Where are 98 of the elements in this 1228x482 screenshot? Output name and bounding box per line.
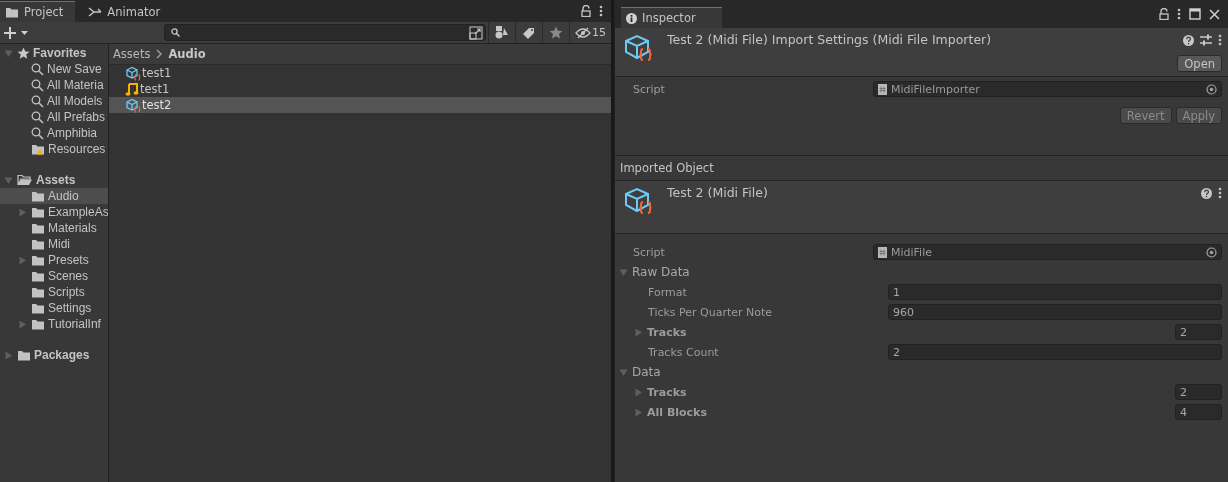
value-field[interactable]: 960 — [888, 304, 1222, 320]
asset-item[interactable]: test1 — [109, 81, 611, 97]
search-icon — [31, 126, 44, 140]
more-menu-icon[interactable] — [1218, 187, 1222, 199]
tree-item[interactable]: Midi — [0, 236, 108, 252]
search-icon — [31, 110, 44, 124]
field-label: Tracks Count — [648, 345, 720, 359]
tree-item[interactable]: Packages — [0, 347, 108, 363]
cube-braces-icon — [623, 32, 655, 64]
search-icon — [31, 78, 44, 92]
panel-tab[interactable]: Inspector — [621, 7, 722, 28]
search-icon — [31, 94, 44, 108]
script-file-icon — [878, 246, 887, 258]
folder-icon — [31, 286, 45, 298]
tree-item[interactable]: Assets — [0, 172, 108, 188]
more-menu-icon[interactable] — [1218, 34, 1222, 46]
more-menu-icon[interactable] — [1177, 8, 1181, 20]
tag-icon[interactable] — [521, 25, 537, 40]
tree-item[interactable]: All Materia — [0, 77, 108, 93]
star-icon[interactable] — [548, 25, 564, 40]
folder-star-icon — [31, 142, 45, 156]
chevron-right-icon — [155, 49, 164, 59]
size-field[interactable]: 2 — [1175, 324, 1222, 340]
foldout-label: Raw Data — [632, 265, 690, 279]
asset-item[interactable]: test1 — [109, 65, 611, 81]
value-field[interactable]: 1 — [888, 284, 1222, 300]
folder-icon — [31, 206, 45, 218]
tree-item[interactable]: All Prefabs — [0, 109, 108, 125]
tree-item[interactable]: ExampleAs — [0, 204, 108, 220]
lock-icon[interactable] — [581, 5, 591, 17]
folder-icon — [31, 190, 45, 202]
array-label: Tracks — [647, 385, 687, 399]
search-field[interactable] — [164, 24, 486, 41]
more-menu-icon[interactable] — [599, 5, 603, 17]
script-file-icon — [878, 83, 887, 95]
maximize-icon[interactable] — [1189, 8, 1201, 20]
size-field[interactable]: 4 — [1175, 404, 1222, 420]
object-field[interactable]: MidiFileImporter — [873, 81, 1222, 97]
tree-item[interactable]: Favorites — [0, 45, 108, 61]
open-button[interactable]: Open — [1177, 55, 1222, 72]
help-icon[interactable] — [1201, 187, 1212, 199]
hidden-packages-toggle[interactable]: 15 — [569, 22, 611, 43]
object-picker-icon[interactable] — [1206, 246, 1217, 258]
breadcrumb-item[interactable]: Assets — [113, 47, 151, 61]
asset-item[interactable]: test2 — [109, 97, 611, 113]
window-search-icon[interactable] — [469, 25, 483, 40]
lock-icon[interactable] — [1159, 8, 1169, 20]
folder-icon — [31, 318, 45, 330]
array-label: All Blocks — [647, 405, 707, 419]
cube-braces-icon — [125, 97, 141, 113]
tree-item[interactable]: TutorialInf — [0, 316, 108, 332]
value-field[interactable]: 2 — [888, 344, 1222, 360]
size-field[interactable]: 2 — [1175, 384, 1222, 400]
info-icon — [626, 12, 637, 24]
field-label: Ticks Per Quarter Note — [648, 305, 774, 319]
inspector-title: Test 2 (Midi File) — [667, 185, 769, 200]
tree-item[interactable]: New Save — [0, 61, 108, 77]
open-folder-icon — [17, 174, 33, 186]
folder-icon — [31, 254, 45, 266]
panel-tab[interactable]: Animator — [83, 1, 173, 22]
cube-braces-icon — [623, 185, 655, 217]
music-note-icon — [125, 82, 139, 96]
tree-item[interactable]: Settings — [0, 300, 108, 316]
object-field[interactable]: MidiFile — [873, 244, 1222, 260]
help-icon[interactable] — [1183, 34, 1194, 46]
field-label: Format — [648, 285, 688, 299]
search-icon — [31, 62, 44, 76]
tree-item[interactable]: Audio — [0, 188, 108, 204]
breadcrumb-item[interactable]: Audio — [168, 47, 206, 61]
array-label: Tracks — [647, 325, 687, 339]
tree-item[interactable]: All Models — [0, 93, 108, 109]
folder-icon — [31, 270, 45, 282]
cube-braces-icon — [125, 65, 141, 81]
folder-icon — [5, 6, 19, 18]
close-icon[interactable] — [1209, 8, 1220, 20]
eye-slash-icon — [575, 26, 591, 39]
field-label: Script — [633, 245, 666, 259]
add-dropdown-icon[interactable] — [4, 25, 30, 40]
tree-item[interactable]: Presets — [0, 252, 108, 268]
sliders-icon[interactable] — [1200, 34, 1212, 46]
animator-icon — [88, 5, 103, 18]
folder-icon — [17, 349, 31, 361]
folder-icon — [31, 222, 45, 234]
tree-item[interactable]: Amphibia — [0, 125, 108, 141]
field-label: Script — [633, 82, 666, 96]
tree-item[interactable]: Scenes — [0, 268, 108, 284]
tree-item[interactable]: Resources — [0, 141, 108, 157]
tree-item[interactable]: Materials — [0, 220, 108, 236]
shapes-icon[interactable] — [494, 25, 510, 40]
search-icon — [171, 28, 180, 37]
folder-icon — [31, 302, 45, 314]
object-picker-icon[interactable] — [1206, 83, 1217, 95]
folder-icon — [31, 238, 45, 250]
panel-tab[interactable]: Project — [0, 1, 76, 22]
tree-item[interactable]: Scripts — [0, 284, 108, 300]
star-icon — [17, 46, 30, 60]
foldout-label: Data — [632, 365, 661, 379]
inspector-title: Test 2 (Midi File) Import Settings (Midi File Importer) — [667, 32, 993, 47]
